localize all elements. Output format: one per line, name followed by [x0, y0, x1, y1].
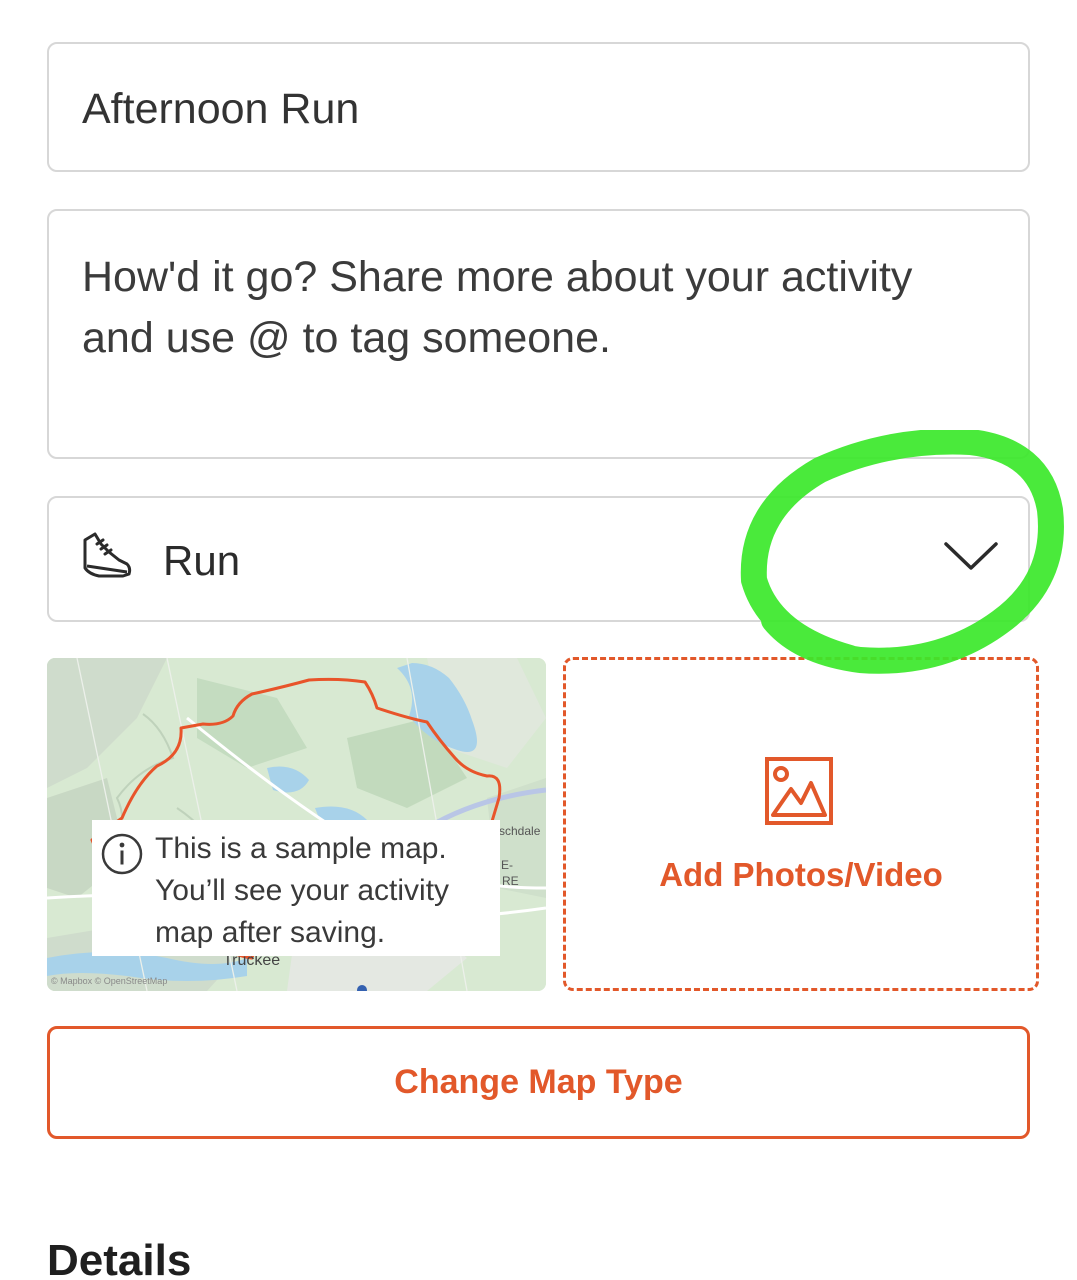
info-icon — [101, 833, 143, 875]
change-map-type-button[interactable]: Change Map Type — [47, 1026, 1030, 1139]
activity-description-placeholder: How'd it go? Share more about your activ… — [82, 253, 913, 362]
sample-map[interactable]: schdale E- RE Truckee © Mapbox © OpenStr… — [47, 658, 546, 991]
add-photos-video-label: Add Photos/Video — [659, 856, 943, 893]
chevron-down-icon[interactable] — [942, 536, 1000, 576]
shoe-icon — [83, 532, 132, 578]
map-label-schdale: schdale — [499, 824, 541, 838]
details-section-heading: Details — [47, 1236, 192, 1280]
image-icon — [765, 757, 833, 825]
sample-map-notice: This is a sample map. You’ll see your ac… — [92, 820, 500, 956]
map-label-re: RE — [502, 874, 519, 888]
map-attribution[interactable]: © Mapbox © OpenStreetMap — [51, 976, 167, 986]
map-label-e: E- — [501, 858, 513, 872]
activity-type-label: Run — [163, 537, 241, 584]
sample-map-notice-text: This is a sample map. You’ll see your ac… — [155, 832, 450, 949]
activity-title-input[interactable]: Afternoon Run — [47, 42, 1030, 172]
add-photos-video-button[interactable]: Add Photos/Video — [563, 657, 1039, 991]
activity-title-value: Afternoon Run — [82, 85, 360, 133]
activity-description-input[interactable]: How'd it go? Share more about your activ… — [47, 209, 1030, 459]
edit-activity-page: Afternoon Run How'd it go? Share more ab… — [0, 0, 1077, 1280]
activity-type-select[interactable]: Run — [47, 496, 1030, 622]
